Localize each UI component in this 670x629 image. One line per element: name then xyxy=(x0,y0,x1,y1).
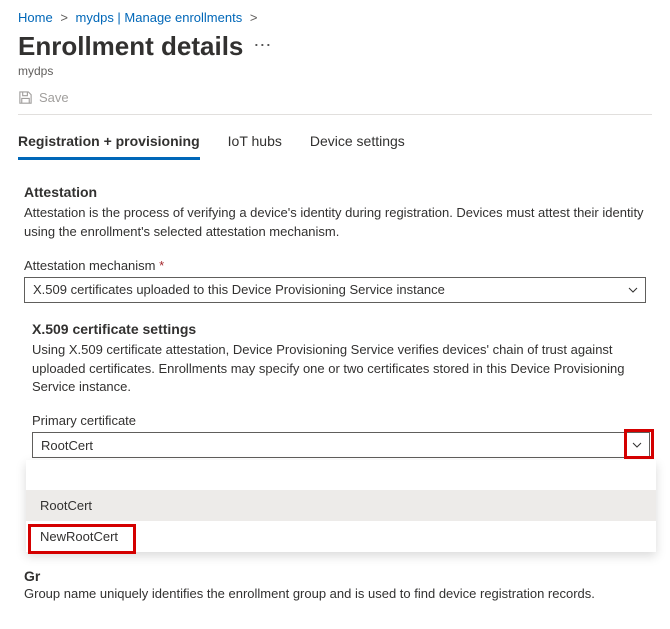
primary-cert-label: Primary certificate xyxy=(32,413,652,428)
dropdown-option-blank[interactable] xyxy=(26,460,656,490)
breadcrumb-home[interactable]: Home xyxy=(18,10,53,25)
group-desc: Group name uniquely identifies the enrol… xyxy=(24,586,652,601)
cert-settings-desc: Using X.509 certificate attestation, Dev… xyxy=(32,341,652,398)
attestation-desc: Attestation is the process of verifying … xyxy=(24,204,644,242)
dropdown-option-newrootcert[interactable]: NewRootCert xyxy=(26,521,656,552)
tabs: Registration + provisioning IoT hubs Dev… xyxy=(18,127,652,160)
tab-device-settings[interactable]: Device settings xyxy=(310,127,405,160)
primary-cert-select[interactable]: RootCert xyxy=(32,432,650,458)
breadcrumb-path[interactable]: mydps | Manage enrollments xyxy=(76,10,243,25)
attestation-mechanism-label: Attestation mechanism * xyxy=(24,258,652,273)
tab-iot-hubs[interactable]: IoT hubs xyxy=(228,127,282,160)
save-label: Save xyxy=(39,90,69,105)
breadcrumb: Home > mydps | Manage enrollments > xyxy=(18,10,652,25)
divider xyxy=(18,114,652,115)
attestation-heading: Attestation xyxy=(24,184,652,200)
dropdown-option-rootcert[interactable]: RootCert xyxy=(26,490,656,521)
more-icon[interactable]: ⋯ xyxy=(253,36,271,58)
primary-cert-value: RootCert xyxy=(41,438,93,453)
chevron-right-icon: > xyxy=(60,10,68,25)
chevron-right-icon: > xyxy=(250,10,258,25)
chevron-down-icon xyxy=(627,284,639,296)
save-icon xyxy=(18,90,33,105)
page-title: Enrollment details xyxy=(18,31,243,62)
chevron-down-icon xyxy=(631,439,643,451)
group-heading-partial: Gr xyxy=(24,568,652,584)
page-subtitle: mydps xyxy=(18,64,652,78)
attestation-mechanism-select[interactable]: X.509 certificates uploaded to this Devi… xyxy=(24,277,646,303)
attestation-mechanism-value: X.509 certificates uploaded to this Devi… xyxy=(33,282,445,297)
primary-cert-dropdown: RootCert NewRootCert xyxy=(26,460,656,552)
save-button[interactable]: Save xyxy=(18,90,69,105)
tab-registration-provisioning[interactable]: Registration + provisioning xyxy=(18,127,200,160)
cert-settings-heading: X.509 certificate settings xyxy=(32,321,652,337)
